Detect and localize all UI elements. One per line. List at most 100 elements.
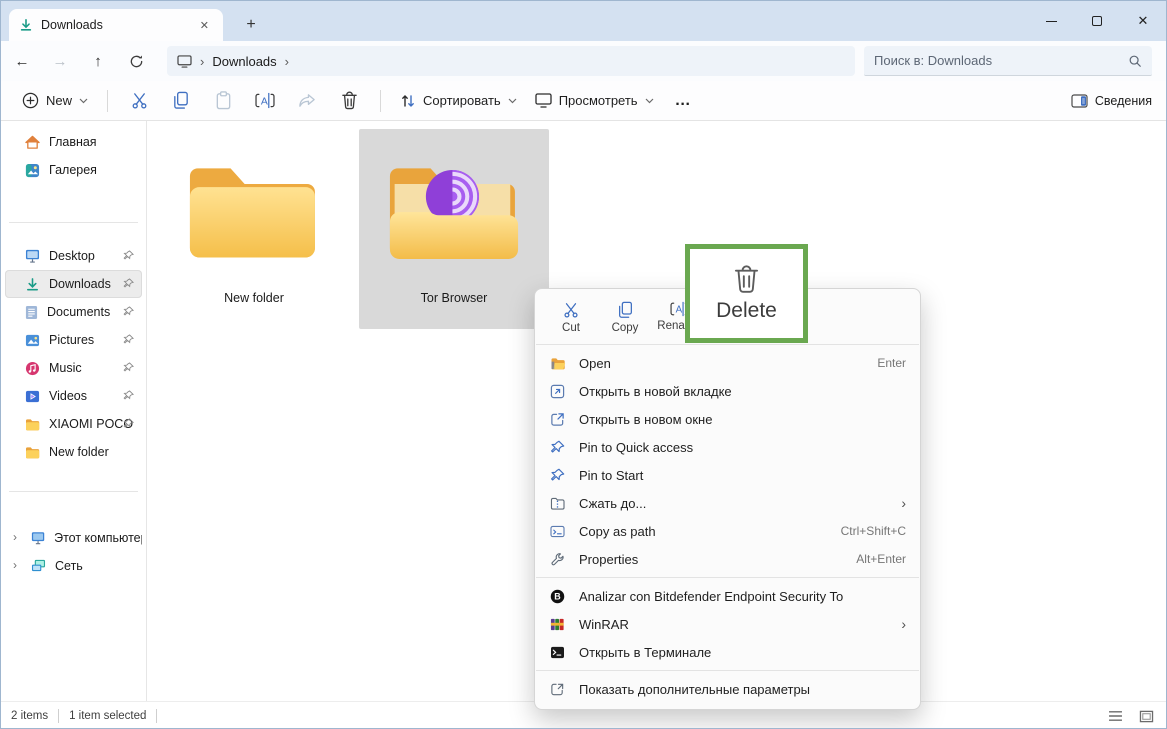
maximize-button[interactable] — [1074, 1, 1120, 41]
sidebar-item-gallery[interactable]: Галерея — [5, 156, 142, 184]
refresh-icon — [129, 54, 144, 69]
address-bar: ← → ↑ › Downloads › — [1, 41, 1166, 81]
search-icon — [1128, 54, 1142, 68]
videos-icon — [25, 389, 40, 404]
refresh-button[interactable] — [119, 46, 153, 76]
rename-button[interactable]: A — [246, 85, 284, 117]
search-input[interactable] — [874, 53, 1128, 68]
share-button[interactable] — [288, 85, 326, 117]
menu-item-pin-start[interactable]: Pin to Start — [535, 461, 920, 489]
cut-button[interactable] — [120, 85, 158, 117]
pin-icon — [123, 306, 134, 317]
copy-button[interactable] — [162, 85, 200, 117]
copy-icon — [617, 301, 634, 319]
menu-item-open-new-window[interactable]: Открыть в новом окне — [535, 405, 920, 433]
expand-chevron-icon[interactable]: › — [13, 558, 17, 572]
forward-button[interactable]: → — [43, 46, 77, 76]
music-icon — [25, 361, 40, 376]
menu-item-open[interactable]: Open Enter — [535, 349, 920, 377]
submenu-chevron-icon: › — [901, 616, 906, 632]
delete-annotation-box[interactable]: Delete — [685, 244, 808, 343]
back-button[interactable]: ← — [5, 46, 39, 76]
menu-item-open-new-tab[interactable]: Открыть в новой вкладке — [535, 377, 920, 405]
quick-action-label: Cut — [562, 322, 580, 334]
documents-icon — [25, 305, 38, 320]
rename-icon: A — [255, 92, 275, 109]
menu-item-winrar[interactable]: WinRAR › — [535, 610, 920, 638]
titlebar: Downloads ✕ + ✕ — [1, 1, 1166, 41]
tab-close-button[interactable]: ✕ — [196, 17, 213, 34]
svg-text:B: B — [554, 591, 561, 601]
explorer-tab-downloads[interactable]: Downloads ✕ — [9, 9, 223, 41]
pin-icon — [123, 334, 134, 345]
copy-icon — [172, 91, 190, 110]
sidebar-item-desktop[interactable]: Desktop — [5, 242, 142, 270]
expand-chevron-icon[interactable]: › — [13, 530, 17, 544]
details-pane-button[interactable]: Сведения — [1071, 94, 1152, 108]
pictures-icon — [25, 333, 40, 348]
sidebar-item-videos[interactable]: Videos — [5, 382, 142, 410]
trash-icon — [733, 264, 760, 294]
menu-item-pin-quick-access[interactable]: Pin to Quick access — [535, 433, 920, 461]
file-name: New folder — [224, 291, 284, 305]
downloads-icon — [25, 277, 40, 292]
terminal-icon — [550, 646, 565, 659]
quick-action-label: Copy — [612, 322, 639, 334]
home-icon — [25, 135, 40, 150]
new-button[interactable]: New — [13, 86, 97, 115]
breadcrumb[interactable]: › Downloads › — [167, 46, 855, 76]
minimize-button[interactable] — [1028, 1, 1074, 41]
details-pane-label: Сведения — [1095, 94, 1152, 108]
file-tile-new-folder[interactable]: New folder — [159, 129, 349, 329]
delete-button[interactable] — [330, 85, 368, 117]
paste-button[interactable] — [204, 85, 242, 117]
menu-item-show-more-options[interactable]: Показать дополнительные параметры — [535, 675, 920, 703]
copy-menu-button[interactable]: Copy — [601, 298, 649, 337]
search-box[interactable] — [864, 46, 1152, 76]
menu-item-open-in-terminal[interactable]: Открыть в Терминале — [535, 638, 920, 666]
pin-icon — [123, 390, 134, 401]
menu-item-compress[interactable]: Сжать до... › — [535, 489, 920, 517]
desktop-icon — [25, 249, 40, 263]
chevron-down-icon — [79, 98, 88, 104]
sidebar-item-new-folder[interactable]: New folder — [5, 438, 142, 466]
pin-icon — [123, 418, 134, 429]
sidebar-item-home[interactable]: Главная — [5, 128, 142, 156]
context-menu: Cut Copy A Rename Open Enter Открыть в н… — [534, 288, 921, 710]
breadcrumb-item-downloads[interactable]: Downloads — [212, 54, 276, 69]
sidebar-item-network[interactable]: › Сеть — [5, 552, 142, 580]
chevron-down-icon — [645, 98, 654, 104]
chevron-down-icon — [508, 98, 517, 104]
sidebar-item-pictures[interactable]: Pictures — [5, 326, 142, 354]
gallery-icon — [25, 163, 40, 178]
sidebar-item-music[interactable]: Music — [5, 354, 142, 382]
menu-separator — [536, 577, 919, 578]
menu-item-copy-as-path[interactable]: Copy as path Ctrl+Shift+C — [535, 517, 920, 545]
new-tab-button[interactable]: + — [237, 11, 265, 39]
plus-circle-icon — [22, 92, 39, 109]
more-button[interactable]: … — [663, 92, 704, 110]
sort-button-label: Сортировать — [423, 93, 501, 108]
up-button[interactable]: ↑ — [81, 46, 115, 76]
menu-separator — [536, 344, 919, 345]
sidebar-item-documents[interactable]: Documents — [5, 298, 142, 326]
close-button[interactable]: ✕ — [1120, 1, 1166, 41]
sidebar-item-xiaomi-poco[interactable]: XIAOMI POCO F — [5, 410, 142, 438]
file-tile-tor-browser[interactable]: Tor Browser — [359, 129, 549, 329]
sidebar-item-this-pc[interactable]: › Этот компьютер — [5, 524, 142, 552]
new-button-label: New — [46, 93, 72, 108]
cut-menu-button[interactable]: Cut — [547, 298, 595, 337]
pin-icon — [123, 362, 134, 373]
sidebar-item-downloads[interactable]: Downloads — [5, 270, 142, 298]
view-button[interactable]: Просмотреть — [526, 87, 663, 114]
sort-button[interactable]: Сортировать — [391, 87, 526, 115]
menu-item-bitdefender-scan[interactable]: B Analizar con Bitdefender Endpoint Secu… — [535, 582, 920, 610]
pin-icon — [123, 278, 134, 289]
menu-item-properties[interactable]: Properties Alt+Enter — [535, 545, 920, 573]
delete-annotation-label: Delete — [716, 299, 777, 323]
download-icon — [19, 18, 33, 32]
winrar-icon — [550, 617, 565, 632]
list-view-toggle-icon[interactable] — [1108, 710, 1123, 722]
large-icons-view-toggle-icon[interactable] — [1139, 710, 1154, 723]
folder-icon — [25, 418, 40, 431]
